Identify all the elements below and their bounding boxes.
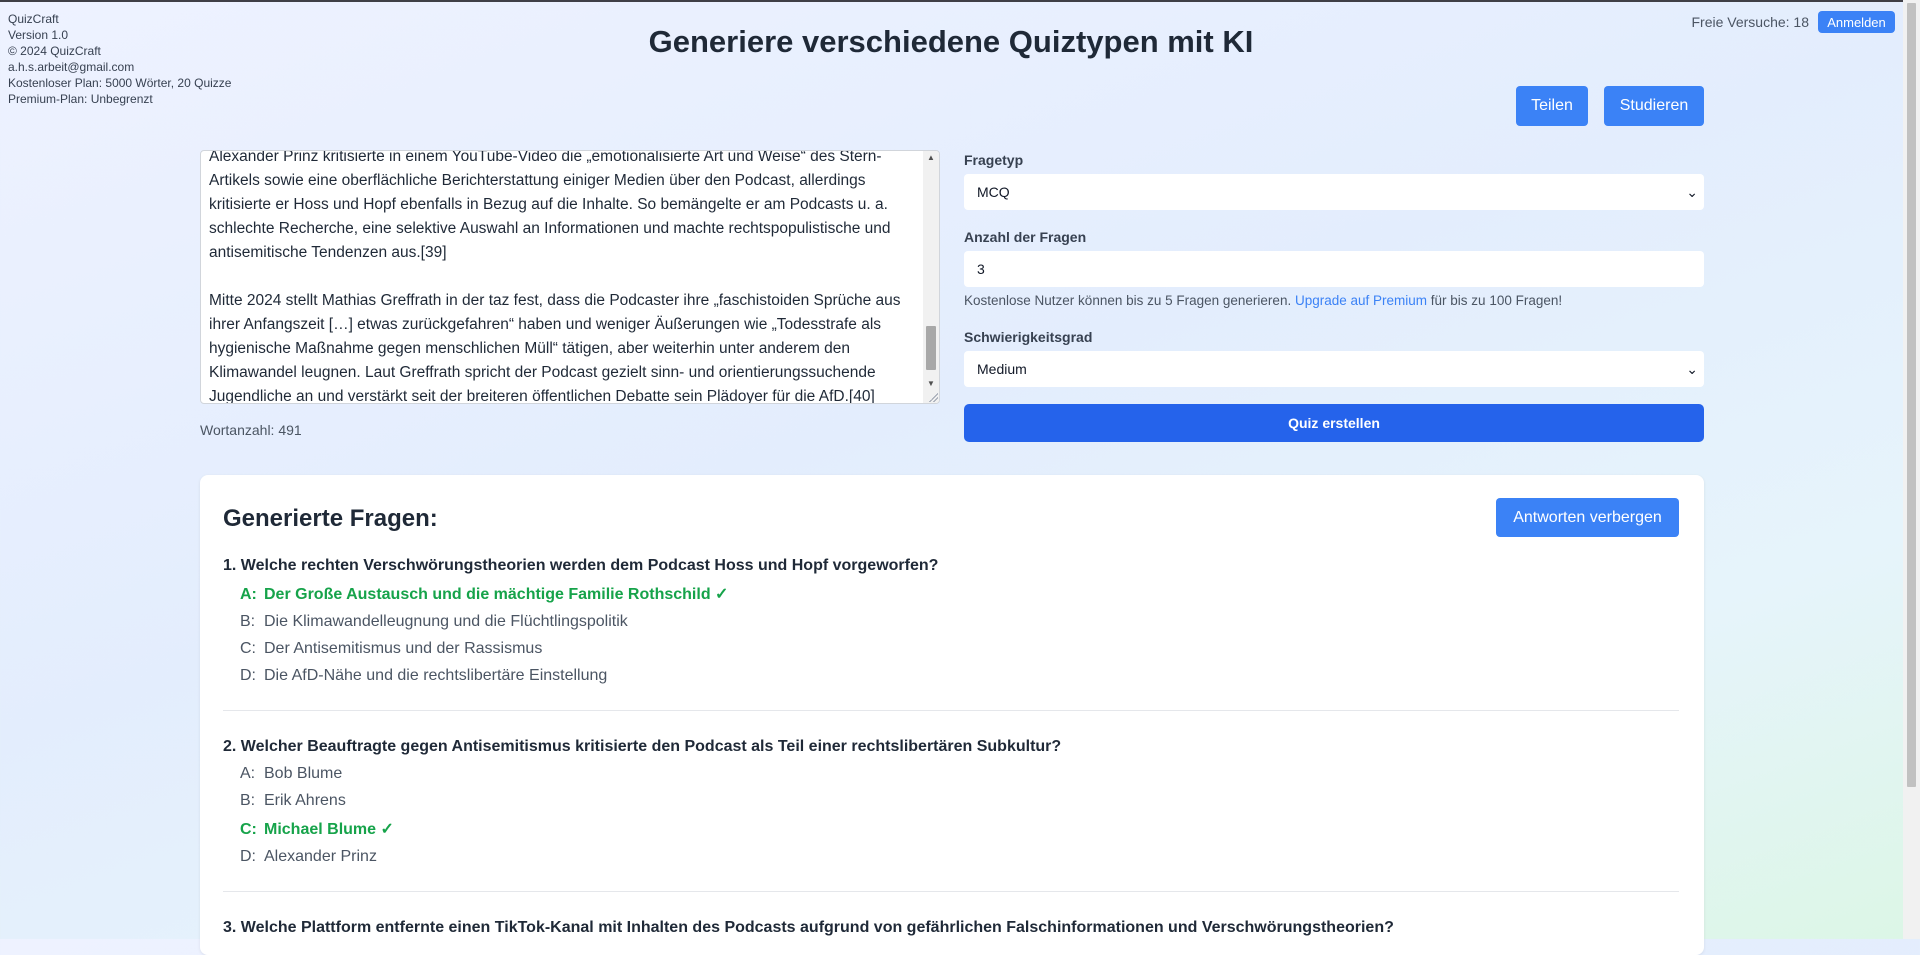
upgrade-premium-link[interactable]: Upgrade auf Premium: [1295, 293, 1427, 308]
question-type-select[interactable]: MCQ ⌄: [964, 174, 1704, 210]
option-letter: A:: [240, 765, 256, 782]
chevron-down-icon: ⌄: [1686, 184, 1698, 200]
study-button[interactable]: Studieren: [1604, 86, 1704, 126]
share-button[interactable]: Teilen: [1516, 86, 1588, 126]
results-title: Generierte Fragen:: [223, 505, 438, 532]
question-type-label: Fragetyp: [964, 152, 1024, 168]
premium-hint: Kostenlose Nutzer können bis zu 5 Fragen…: [964, 293, 1562, 308]
word-count: Wortanzahl: 491: [200, 422, 302, 438]
question-text: 3. Welche Plattform entfernte einen TikT…: [223, 919, 1394, 936]
source-text-area[interactable]: Alexander Prinz kritisierte in einem You…: [200, 150, 940, 404]
question-item: 1. Welche rechten Verschwörungstheorien …: [223, 557, 1679, 685]
answer-option-correct: A: Der Große Austausch und die mächtige F…: [223, 584, 1679, 604]
scroll-up-arrow-icon[interactable]: ▲: [923, 151, 939, 165]
scroll-down-arrow-icon[interactable]: ▼: [923, 377, 939, 391]
answer-option: D: Alexander Prinz: [223, 848, 1679, 866]
page-scrollbar[interactable]: [1903, 0, 1920, 939]
window-top-border: [0, 0, 1920, 2]
option-letter: A:: [240, 586, 257, 603]
answer-option: C: Der Antisemitismus und der Rassismus: [223, 640, 1679, 658]
generated-questions-card: Generierte Fragen: Antworten verbergen 1…: [200, 475, 1704, 955]
option-letter: C:: [240, 640, 256, 657]
answer-option-correct: C: Michael Blume ✓: [223, 819, 1679, 839]
page-title: Generiere verschiedene Quiztypen mit KI: [648, 24, 1254, 59]
hint-text-before: Kostenlose Nutzer können bis zu 5 Fragen…: [964, 293, 1292, 308]
option-text: Michael Blume ✓: [264, 821, 394, 838]
create-quiz-button[interactable]: Quiz erstellen: [964, 404, 1704, 442]
text-area-scrollbar[interactable]: ▲ ▼: [923, 151, 939, 403]
source-paragraph: Alexander Prinz kritisierte in einem You…: [209, 150, 891, 261]
login-button[interactable]: Anmelden: [1818, 11, 1895, 33]
option-text: Der Antisemitismus und der Rassismus: [264, 640, 543, 657]
option-letter: D:: [240, 848, 256, 865]
option-text: Die AfD-Nähe und die rechtslibertäre Ein…: [264, 667, 608, 684]
question-divider: [223, 891, 1679, 892]
question-text: 1. Welche rechten Verschwörungstheorien …: [223, 557, 939, 574]
question-count-input[interactable]: 3: [964, 251, 1704, 287]
option-text: Erik Ahrens: [264, 792, 346, 809]
question-type-value: MCQ: [977, 184, 1010, 200]
premium-plan-info: Premium-Plan: Unbegrenzt: [8, 92, 153, 106]
difficulty-value: Medium: [977, 361, 1027, 377]
option-text: Der Große Austausch und die mächtige Fam…: [264, 586, 729, 603]
question-text: 2. Welcher Beauftragte gegen Antisemitis…: [223, 738, 1062, 755]
answer-option: B: Die Klimawandelleugnung und die Flücht…: [223, 613, 1679, 631]
answer-option: B: Erik Ahrens: [223, 792, 1679, 810]
option-letter: C:: [240, 821, 257, 838]
option-text: Die Klimawandelleugnung und die Flüchtli…: [264, 613, 628, 630]
resize-grip-icon[interactable]: [928, 392, 938, 402]
hide-answers-button[interactable]: Antworten verbergen: [1496, 498, 1679, 537]
option-letter: B:: [240, 792, 256, 809]
free-trials-counter: Freie Versuche: 18: [1691, 14, 1809, 30]
question-item: 2. Welcher Beauftragte gegen Antisemitis…: [223, 738, 1679, 866]
answer-option: A: Bob Blume: [223, 765, 1679, 783]
answer-option: D: Die AfD-Nähe und die rechtslibertäre E…: [223, 667, 1679, 685]
option-text: Alexander Prinz: [264, 848, 377, 865]
source-paragraph: Mitte 2024 stellt Mathias Greffrath in d…: [209, 292, 901, 404]
chevron-down-icon: ⌄: [1686, 361, 1698, 377]
difficulty-select[interactable]: Medium ⌄: [964, 351, 1704, 387]
hint-text-after: für bis zu 100 Fragen!: [1430, 293, 1563, 308]
option-letter: D:: [240, 667, 256, 684]
option-text: Bob Blume: [264, 765, 343, 782]
text-area-scroll-thumb[interactable]: [926, 326, 936, 370]
question-count-value: 3: [977, 261, 985, 277]
question-item: 3. Welche Plattform entfernte einen TikT…: [223, 919, 1679, 937]
page-scroll-thumb[interactable]: [1907, 3, 1916, 787]
source-text-content[interactable]: Alexander Prinz kritisierte in einem You…: [209, 150, 917, 404]
difficulty-label: Schwierigkeitsgrad: [964, 329, 1093, 345]
free-plan-info: Kostenloser Plan: 5000 Wörter, 20 Quizze: [8, 76, 232, 90]
option-letter: B:: [240, 613, 256, 630]
contact-email: a.h.s.arbeit@gmail.com: [8, 60, 135, 74]
question-divider: [223, 710, 1679, 711]
question-count-label: Anzahl der Fragen: [964, 229, 1087, 245]
